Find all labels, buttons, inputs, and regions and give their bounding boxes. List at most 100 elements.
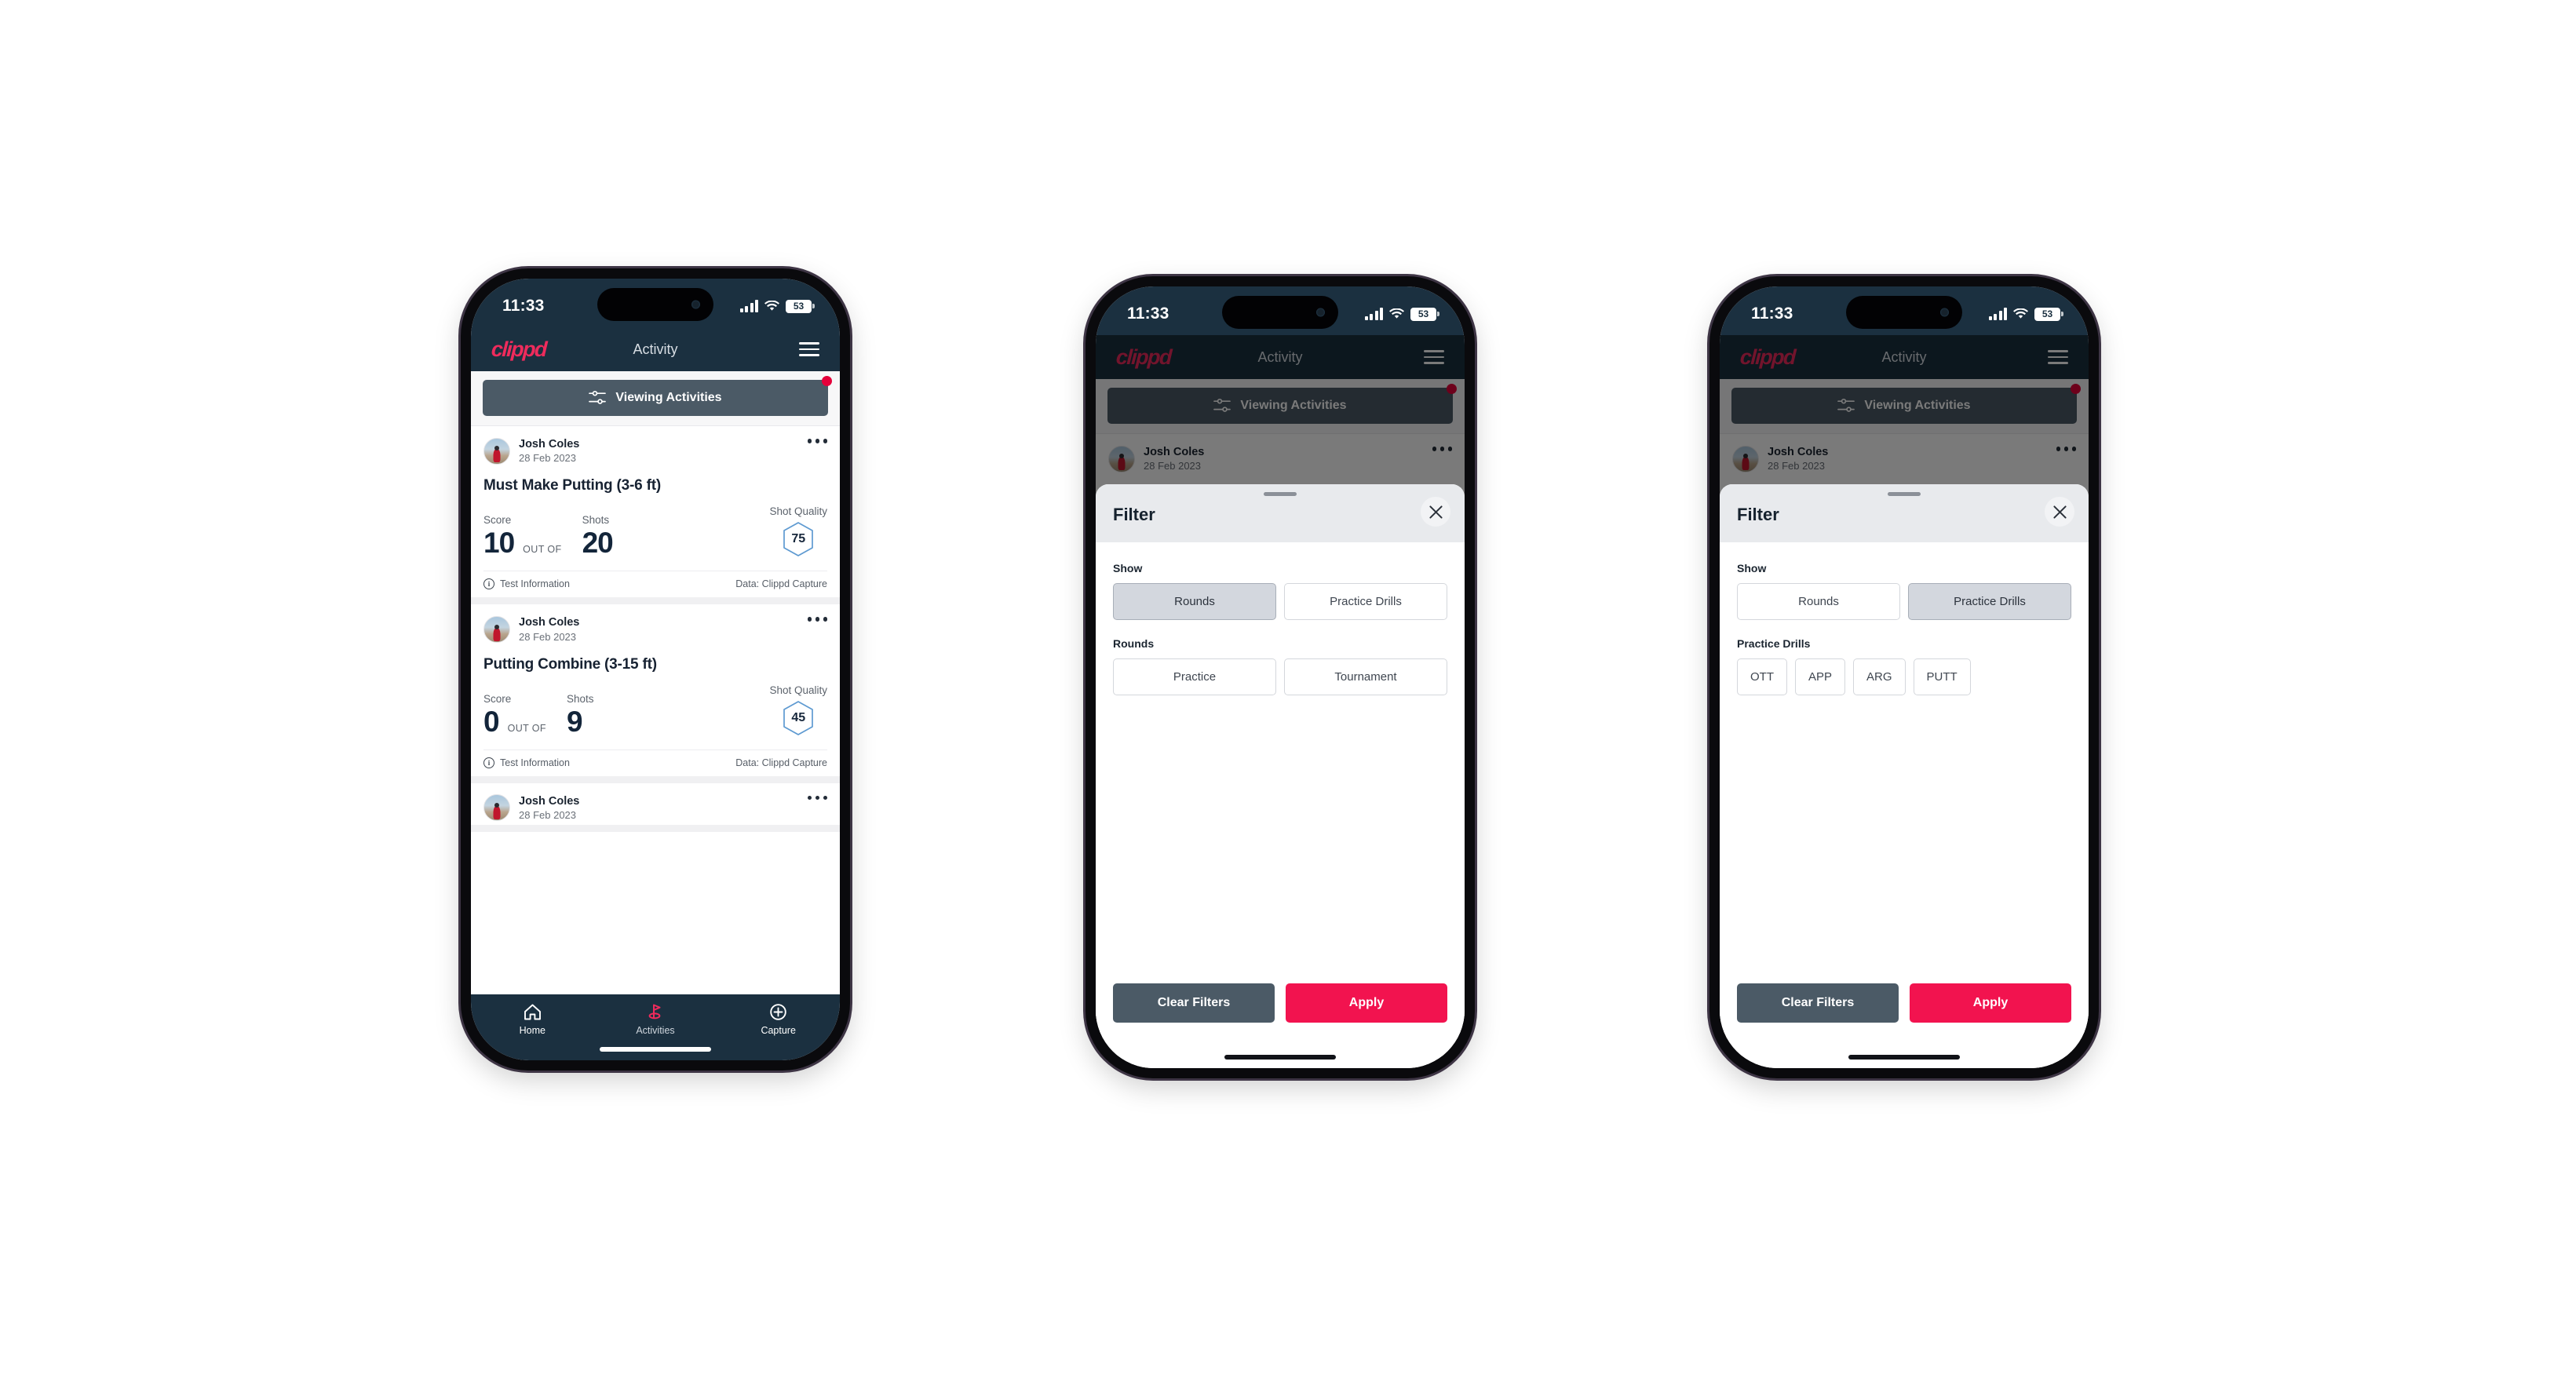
stat-shots: Shots 9 — [567, 693, 594, 736]
filter-sheet: Filter Show Rounds Practice Drills Round… — [1096, 484, 1465, 1068]
info-icon[interactable]: i — [483, 757, 494, 768]
shots-label: Shots — [582, 514, 610, 527]
shot-quality-label: Shot Quality — [769, 505, 827, 518]
show-options-row: Rounds Practice Drills — [1737, 583, 2071, 620]
clear-filters-button[interactable]: Clear Filters — [1737, 983, 1899, 1023]
phone-filter-practice-drills: 11:33 53 clippd Activity Viewing — [1709, 276, 2099, 1078]
cellular-signal-icon — [1364, 308, 1383, 320]
nav-label-home: Home — [519, 1025, 545, 1036]
battery-icon: 53 — [1410, 307, 1436, 321]
drill-option-putt[interactable]: PUTT — [1913, 658, 1971, 695]
data-source-label: Data: Clippd Capture — [735, 578, 827, 590]
score-label: Score — [483, 514, 512, 527]
close-x-icon — [2052, 505, 2067, 519]
cellular-signal-icon — [1988, 308, 2007, 320]
sheet-grabber[interactable] — [1888, 492, 1921, 496]
clippd-logo[interactable]: clippd — [491, 337, 546, 361]
hamburger-menu-icon[interactable] — [799, 342, 819, 356]
author-block: Josh Coles 28 Feb 2023 — [519, 437, 579, 465]
filter-sheet-title: Filter — [1737, 505, 1779, 524]
battery-icon: 53 — [786, 299, 812, 313]
activity-title: Must Make Putting (3-6 ft) — [483, 477, 661, 494]
show-option-practice-drills[interactable]: Practice Drills — [1284, 583, 1447, 620]
screen-filter-rounds: 11:33 53 clippd Activity Viewing — [1096, 286, 1465, 1068]
nav-item-activities[interactable]: Activities — [594, 1003, 717, 1036]
drill-option-ott[interactable]: OTT — [1737, 658, 1787, 695]
viewing-activities-button[interactable]: Viewing Activities — [483, 376, 832, 416]
status-bar-time: 11:33 — [1127, 305, 1169, 323]
author-name: Josh Coles — [519, 616, 580, 629]
cellular-signal-icon — [739, 300, 758, 312]
status-bar-indicators: 53 — [739, 299, 812, 313]
screen-activity-feed: 11:33 53 clippd Activity Viewing Activit… — [471, 279, 840, 1060]
tune-filter-icon — [589, 390, 607, 404]
score-value: 0 — [483, 705, 500, 738]
activity-date: 28 Feb 2023 — [519, 452, 577, 465]
activity-date: 28 Feb 2023 — [519, 808, 577, 821]
screen-filter-practice-drills: 11:33 53 clippd Activity Viewing — [1720, 286, 2089, 1068]
status-bar: 11:33 53 — [471, 279, 840, 327]
activity-card[interactable]: Josh Coles 28 Feb 2023 Putting Combine (… — [471, 604, 840, 783]
show-option-rounds[interactable]: Rounds — [1113, 583, 1276, 620]
apply-button[interactable]: Apply — [1286, 983, 1447, 1023]
show-option-practice-drills[interactable]: Practice Drills — [1908, 583, 2071, 620]
filter-sheet: Filter Show Rounds Practice Drills Pract… — [1720, 484, 2089, 1068]
stat-shots: Shots 20 — [582, 514, 614, 557]
filter-sheet-body: Show Rounds Practice Drills Practice Dri… — [1720, 542, 2089, 983]
shot-quality-hexagon: 75 — [782, 521, 815, 557]
sheet-grabber[interactable] — [1264, 492, 1297, 496]
rounds-option-practice[interactable]: Practice — [1113, 658, 1276, 695]
author-block: Josh Coles 28 Feb 2023 — [519, 615, 579, 643]
score-label: Score — [483, 692, 512, 705]
dynamic-island — [1846, 296, 1962, 329]
test-information-label[interactable]: Test Information — [500, 578, 570, 589]
more-options-icon[interactable] — [807, 617, 827, 622]
stat-score: Score 0 OUT OF — [483, 693, 546, 736]
close-button[interactable] — [2045, 497, 2074, 527]
activity-card-header: Josh Coles 28 Feb 2023 — [483, 783, 827, 825]
show-group-label: Show — [1737, 562, 1767, 574]
more-options-icon[interactable] — [807, 795, 827, 801]
golf-flag-icon — [648, 1004, 660, 1019]
info-icon[interactable]: i — [483, 578, 494, 590]
activity-card[interactable]: Josh Coles 28 Feb 2023 — [471, 782, 840, 833]
nav-item-home[interactable]: Home — [471, 1003, 594, 1036]
activity-feed-list[interactable]: Josh Coles 28 Feb 2023 Must Make Putting… — [471, 426, 840, 994]
activity-stats: Score 10 OUT OF Shots 20 Shot Quality 75 — [483, 496, 827, 571]
wifi-icon — [764, 301, 779, 312]
battery-icon: 53 — [2034, 307, 2060, 321]
status-bar: 11:33 53 — [1720, 286, 2089, 335]
more-options-icon[interactable] — [807, 439, 827, 443]
author-block: Josh Coles 28 Feb 2023 — [519, 794, 579, 822]
drill-option-arg[interactable]: ARG — [1853, 658, 1906, 695]
activity-card-footer: i Test Information Data: Clippd Capture — [483, 749, 827, 776]
nav-item-capture[interactable]: Capture — [717, 1003, 840, 1036]
screenshot-canvas: 11:33 53 clippd Activity Viewing Activit… — [0, 0, 2576, 1386]
practice-drills-options-row: OTT APP ARG PUTT — [1737, 658, 2071, 695]
dynamic-island — [1222, 296, 1338, 329]
activity-card[interactable]: Josh Coles 28 Feb 2023 Must Make Putting… — [471, 426, 840, 605]
nav-label-capture: Capture — [761, 1025, 796, 1036]
filter-sheet-header: Filter — [1096, 484, 1465, 542]
rounds-option-tournament[interactable]: Tournament — [1284, 658, 1447, 695]
viewing-activities-bar-wrap: Viewing Activities — [471, 371, 840, 426]
clear-filters-button[interactable]: Clear Filters — [1113, 983, 1275, 1023]
stat-shot-quality: Shot Quality 45 — [769, 684, 827, 736]
wifi-icon — [1389, 308, 1404, 319]
filter-sheet-header: Filter — [1720, 484, 2089, 542]
home-indicator — [600, 1047, 711, 1052]
filter-sheet-title: Filter — [1113, 505, 1155, 524]
show-option-rounds[interactable]: Rounds — [1737, 583, 1900, 620]
shots-label: Shots — [566, 692, 594, 705]
rounds-options-row: Practice Tournament — [1113, 658, 1447, 695]
viewing-activities-label: Viewing Activities — [615, 391, 722, 404]
stat-score: Score 10 OUT OF — [483, 514, 562, 557]
drill-option-app[interactable]: APP — [1795, 658, 1846, 695]
status-bar-indicators: 53 — [1988, 307, 2060, 321]
filter-sheet-body: Show Rounds Practice Drills Rounds Pract… — [1096, 542, 1465, 983]
status-bar-time: 11:33 — [1751, 305, 1793, 323]
close-button[interactable] — [1421, 497, 1450, 527]
apply-button[interactable]: Apply — [1910, 983, 2071, 1023]
dynamic-island — [597, 288, 713, 321]
test-information-label[interactable]: Test Information — [500, 757, 570, 768]
